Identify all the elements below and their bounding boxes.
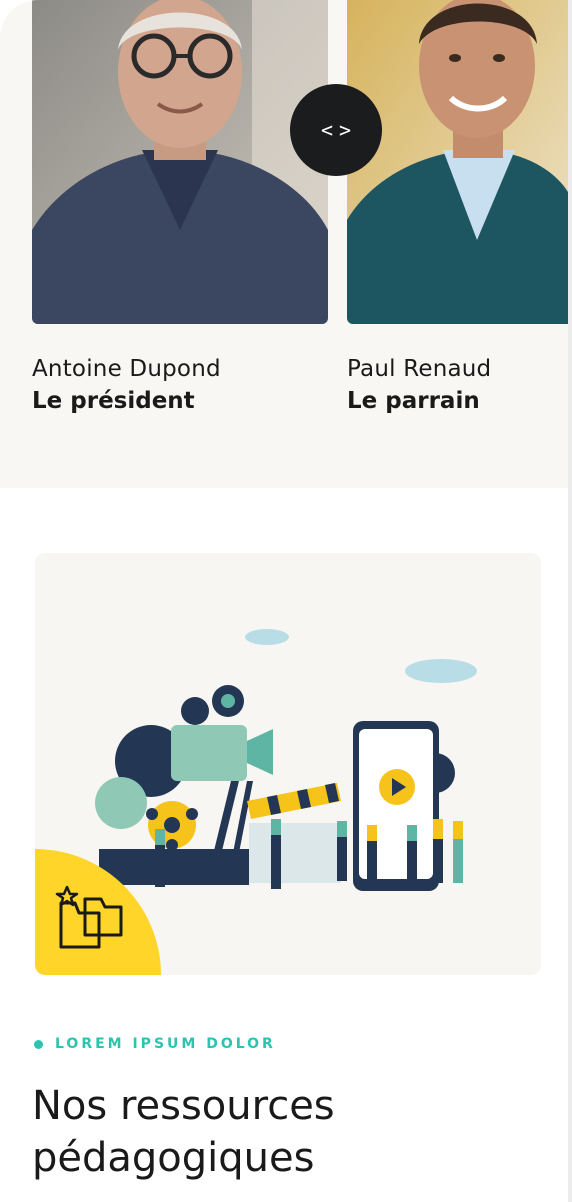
- section-eyebrow: LOREM IPSUM DOLOR: [34, 1036, 276, 1052]
- folders-star-icon: [55, 885, 123, 949]
- member-photo-paul: [347, 0, 572, 324]
- portrait-image: [32, 0, 328, 324]
- member-card-antoine: Antoine Dupond Le président: [32, 353, 221, 417]
- chevron-right-icon: >: [339, 118, 352, 142]
- member-photo-antoine: [32, 0, 328, 324]
- member-name: Paul Renaud: [347, 356, 492, 382]
- accent-dot: [34, 1039, 43, 1049]
- portrait-image: [347, 0, 572, 324]
- member-role: Le président: [32, 388, 195, 414]
- member-name: Antoine Dupond: [32, 356, 221, 382]
- member-role: Le parrain: [347, 388, 480, 414]
- slider-toggle-button[interactable]: < >: [290, 84, 382, 176]
- section-title: Nos ressources pédagogiques: [32, 1083, 335, 1181]
- team-section: < > Antoine Dupond Le président Paul Ren…: [0, 0, 572, 488]
- eyebrow-label: LOREM IPSUM DOLOR: [55, 1036, 276, 1052]
- resources-card[interactable]: [35, 553, 541, 975]
- chevron-left-icon: <: [320, 118, 333, 142]
- scrollbar[interactable]: [568, 0, 572, 1202]
- member-card-paul: Paul Renaud Le parrain: [347, 353, 491, 417]
